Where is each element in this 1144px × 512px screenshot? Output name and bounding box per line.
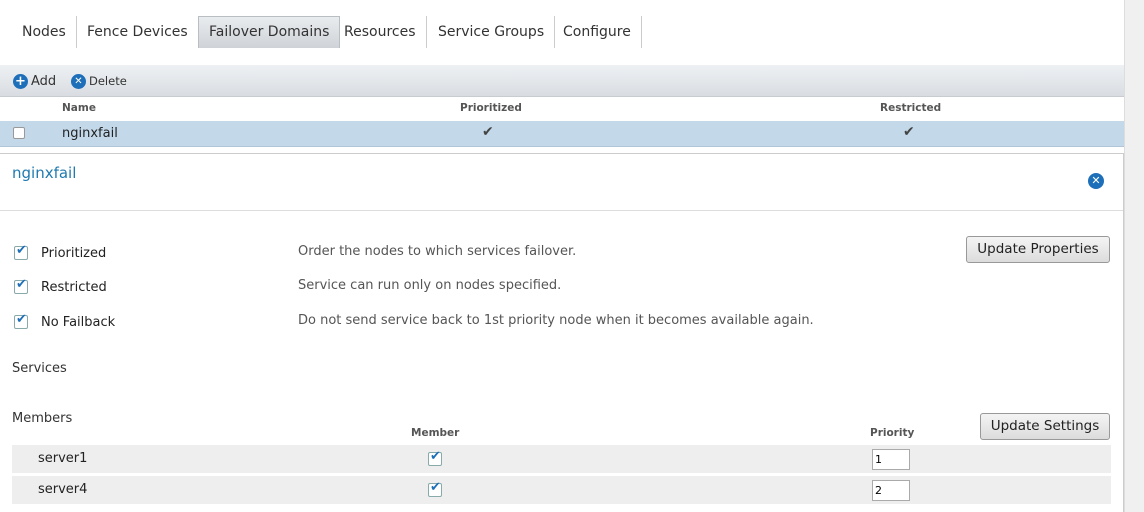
member-name: server4 [38, 482, 88, 497]
tab-fence-devices[interactable]: Fence Devices [77, 16, 199, 48]
divider [0, 210, 1124, 211]
domain-list-header: Name Prioritized Restricted [0, 99, 1124, 119]
restricted-label: Restricted [41, 279, 107, 295]
services-label: Services [12, 361, 67, 376]
tab-configure[interactable]: Configure [553, 16, 642, 48]
member-name: server1 [38, 451, 88, 466]
priority-input[interactable] [872, 480, 910, 501]
close-icon: ✕ [71, 73, 86, 89]
restricted-checkbox[interactable] [14, 277, 28, 294]
update-properties-button[interactable]: Update Properties [966, 236, 1110, 263]
tab-service-groups[interactable]: Service Groups [428, 16, 556, 48]
tab-failover-domains[interactable]: Failover Domains [198, 16, 341, 48]
no-failback-description: Do not send service back to 1st priority… [298, 313, 814, 328]
column-header-member: Member [411, 427, 460, 439]
divider [0, 153, 1124, 154]
row-select-checkbox[interactable] [13, 127, 25, 139]
member-checkbox[interactable] [428, 449, 442, 466]
row-name: nginxfail [62, 126, 118, 141]
priority-input[interactable] [872, 449, 910, 470]
restricted-description: Service can run only on nodes specified. [298, 278, 562, 293]
add-label: Add [31, 73, 57, 89]
prioritized-option: Prioritized [14, 243, 106, 263]
no-failback-option: No Failback [14, 312, 115, 332]
delete-button[interactable]: ✕ Delete [71, 72, 127, 90]
restricted-option: Restricted [14, 277, 107, 297]
column-header-restricted: Restricted [880, 102, 942, 114]
table-row[interactable]: nginxfail ✔ ✔ [0, 121, 1124, 147]
scrollbar[interactable] [1124, 0, 1144, 512]
tab-bar: Nodes Fence Devices Failover Domains Res… [0, 0, 1124, 64]
plus-icon: + [13, 73, 28, 89]
no-failback-checkbox[interactable] [14, 312, 28, 329]
detail-title: nginxfail [12, 164, 77, 182]
toolbar: + Add ✕ Delete [0, 65, 1124, 97]
column-header-name: Name [62, 102, 96, 114]
delete-label: Delete [89, 74, 127, 88]
tab-nodes[interactable]: Nodes [12, 16, 77, 48]
list-item: server4 [12, 476, 1111, 504]
close-icon[interactable]: ✕ [1088, 173, 1104, 189]
no-failback-label: No Failback [41, 314, 116, 330]
prioritized-label: Prioritized [41, 245, 107, 261]
restricted-check-icon: ✔ [903, 124, 915, 140]
members-label: Members [12, 411, 73, 426]
prioritized-description: Order the nodes to which services failov… [298, 244, 577, 259]
column-header-prioritized: Prioritized [460, 102, 522, 114]
add-button[interactable]: + Add [13, 72, 56, 90]
tab-resources[interactable]: Resources [334, 16, 427, 48]
update-settings-button[interactable]: Update Settings [980, 413, 1110, 440]
member-checkbox[interactable] [428, 480, 442, 497]
list-item: server1 [12, 445, 1111, 473]
column-header-priority: Priority [870, 427, 915, 439]
prioritized-check-icon: ✔ [482, 124, 494, 140]
prioritized-checkbox[interactable] [14, 243, 28, 260]
